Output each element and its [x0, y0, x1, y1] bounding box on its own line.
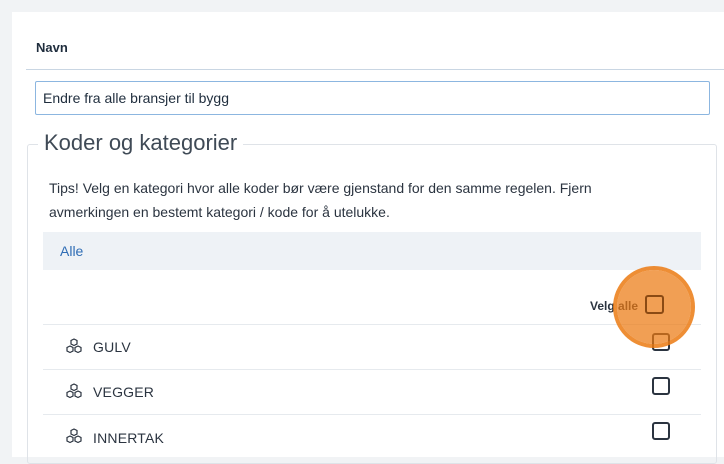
cubes-icon	[66, 338, 82, 354]
cubes-icon	[66, 383, 82, 399]
row-divider	[43, 414, 701, 415]
row-divider	[43, 324, 701, 325]
cubes-icon	[66, 428, 82, 444]
category-checkbox[interactable]	[652, 377, 670, 395]
category-label: INNERTAK	[93, 430, 165, 446]
category-label: GULV	[93, 339, 131, 355]
filter-link-all[interactable]: Alle	[60, 243, 83, 259]
name-input[interactable]	[35, 81, 710, 115]
codes-section-title: Koder og kategorier	[38, 129, 244, 157]
tips-text: Tips! Velg en kategori hvor alle koder b…	[49, 180, 592, 220]
category-checkbox[interactable]	[652, 422, 670, 440]
select-all-checkbox[interactable]	[645, 295, 664, 314]
select-all-highlight	[617, 270, 691, 344]
category-label: VEGGER	[93, 384, 155, 400]
filter-bar: Alle	[43, 232, 701, 270]
name-field-label: Navn	[36, 40, 68, 55]
row-divider	[43, 369, 701, 370]
divider	[26, 69, 724, 70]
